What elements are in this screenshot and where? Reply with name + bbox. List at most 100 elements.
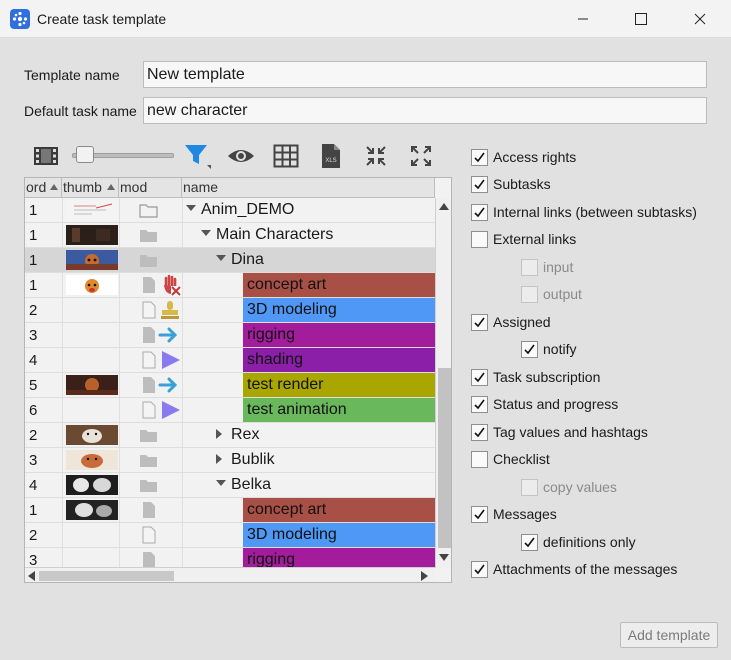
folder-icon	[140, 230, 157, 242]
thumbnail-size-slider[interactable]	[76, 146, 94, 163]
thumbnail-image	[66, 225, 118, 245]
tree-row-folder[interactable]: 3 Bublik	[25, 448, 435, 473]
filter-button[interactable]	[183, 143, 211, 169]
option-subtasks[interactable]: Subtasks	[471, 173, 551, 195]
collapse-icon	[366, 146, 386, 166]
checkbox[interactable]	[471, 368, 488, 386]
option-label: Status and progress	[493, 396, 619, 412]
checkbox[interactable]	[471, 313, 488, 331]
close-button[interactable]	[677, 0, 723, 38]
task-tree-table[interactable]: ord thumb mod name 1 Anim_DEMO 1 Main Chara…	[24, 177, 452, 583]
template-name-input[interactable]	[143, 61, 707, 88]
option-external-links[interactable]: External links	[471, 228, 576, 250]
option-task-subscription[interactable]: Task subscription	[471, 366, 600, 388]
checkmark-icon	[524, 537, 535, 547]
expand-right-icon[interactable]	[216, 429, 222, 439]
option-output[interactable]: output	[521, 283, 582, 305]
expand-all-button[interactable]	[407, 143, 435, 169]
minimize-button[interactable]	[560, 0, 606, 38]
column-header-name[interactable]: name	[182, 178, 435, 198]
scroll-down-icon[interactable]	[439, 554, 449, 562]
checkbox[interactable]	[471, 395, 488, 413]
checkbox[interactable]	[471, 423, 488, 441]
option-access-rights[interactable]: Access rights	[471, 146, 576, 168]
checkbox[interactable]	[471, 230, 488, 248]
tree-row-folder[interactable]: 1 Anim_DEMO	[25, 198, 435, 223]
checkbox[interactable]	[521, 258, 538, 276]
default-task-name-input[interactable]	[143, 97, 707, 124]
column-header-mod[interactable]: mod	[119, 178, 182, 198]
tree-row-folder[interactable]: 1 Dina	[25, 248, 435, 273]
minimize-icon	[578, 18, 588, 20]
table-view-button[interactable]	[272, 143, 300, 169]
tree-row-task[interactable]: 6 test animation	[25, 398, 435, 423]
scroll-right-icon[interactable]	[421, 571, 428, 581]
tree-row-task[interactable]: 1 concept art	[25, 273, 435, 298]
expand-right-icon[interactable]	[216, 454, 222, 464]
option-label: Task subscription	[493, 369, 601, 385]
option-copy-values[interactable]: copy values	[521, 476, 617, 498]
option-checklist[interactable]: Checklist	[471, 448, 550, 470]
folder-name: Rex	[231, 426, 260, 443]
tree-row-task[interactable]: 1 concept art	[25, 498, 435, 523]
expand-down-icon[interactable]	[216, 480, 226, 486]
tree-row-folder[interactable]: 4 Belka	[25, 473, 435, 498]
scroll-left-icon[interactable]	[28, 571, 35, 581]
vertical-scroll-thumb[interactable]	[438, 368, 451, 548]
add-template-button[interactable]: Add template	[620, 622, 718, 648]
expand-down-icon[interactable]	[186, 205, 196, 211]
export-xls-button[interactable]: XLS	[317, 143, 345, 169]
checkbox[interactable]	[521, 285, 538, 303]
play-icon	[162, 351, 180, 369]
option-attachments-of-the-messages[interactable]: Attachments of the messages	[471, 558, 677, 580]
visibility-button[interactable]	[227, 143, 255, 169]
option-assigned[interactable]: Assigned	[471, 311, 551, 333]
tree-row-folder[interactable]: 2 Rex	[25, 423, 435, 448]
scroll-up-icon[interactable]	[439, 202, 449, 210]
vertical-scrollbar[interactable]	[435, 198, 451, 568]
row-order: 1	[29, 202, 38, 219]
title-bar: Create task template	[0, 0, 731, 38]
expand-down-icon[interactable]	[216, 255, 226, 261]
tree-row-task[interactable]: 2 3D modeling	[25, 523, 435, 548]
checkbox[interactable]	[471, 505, 488, 523]
folder-icon	[140, 480, 157, 492]
maximize-button[interactable]	[618, 0, 664, 38]
folder-icon	[139, 204, 158, 218]
option-messages[interactable]: Messages	[471, 503, 557, 525]
expand-down-icon[interactable]	[201, 230, 211, 236]
folder-name: Bublik	[231, 451, 275, 468]
checkbox[interactable]	[471, 175, 488, 193]
tree-row-task[interactable]: 5 test render	[25, 373, 435, 398]
tree-row-task[interactable]: 2 3D modeling	[25, 298, 435, 323]
row-order: 3	[29, 452, 38, 469]
checkbox[interactable]	[471, 560, 488, 578]
option-input[interactable]: input	[521, 256, 573, 278]
checkbox[interactable]	[521, 533, 538, 551]
tree-row-folder[interactable]: 1 Main Characters	[25, 223, 435, 248]
thumbnail-image	[66, 250, 118, 270]
checkbox[interactable]	[471, 450, 488, 468]
option-tag-values-and-hashtags[interactable]: Tag values and hashtags	[471, 421, 648, 443]
option-status-and-progress[interactable]: Status and progress	[471, 393, 618, 415]
app-logo-icon	[10, 9, 30, 29]
option-notify[interactable]: notify	[521, 338, 576, 360]
tree-row-task[interactable]: 3 rigging	[25, 323, 435, 348]
option-label: Checklist	[493, 451, 550, 467]
horizontal-scrollbar[interactable]	[25, 567, 435, 582]
option-label: output	[543, 286, 582, 302]
column-header-ord[interactable]: ord	[25, 178, 62, 198]
checkbox[interactable]	[471, 148, 488, 166]
collapse-all-button[interactable]	[362, 143, 390, 169]
tree-row-task[interactable]: 4 shading	[25, 348, 435, 373]
xls-file-icon: XLS	[322, 144, 340, 168]
document-icon	[142, 526, 156, 544]
checkbox[interactable]	[471, 203, 488, 221]
option-definitions-only[interactable]: definitions only	[521, 531, 636, 553]
column-header-thumb[interactable]: thumb	[62, 178, 119, 198]
horizontal-scroll-thumb[interactable]	[39, 571, 174, 581]
film-strip-button[interactable]	[32, 143, 60, 169]
checkbox[interactable]	[521, 478, 538, 496]
checkbox[interactable]	[521, 340, 538, 358]
option-internal-links-between-subtasks[interactable]: Internal links (between subtasks)	[471, 201, 697, 223]
